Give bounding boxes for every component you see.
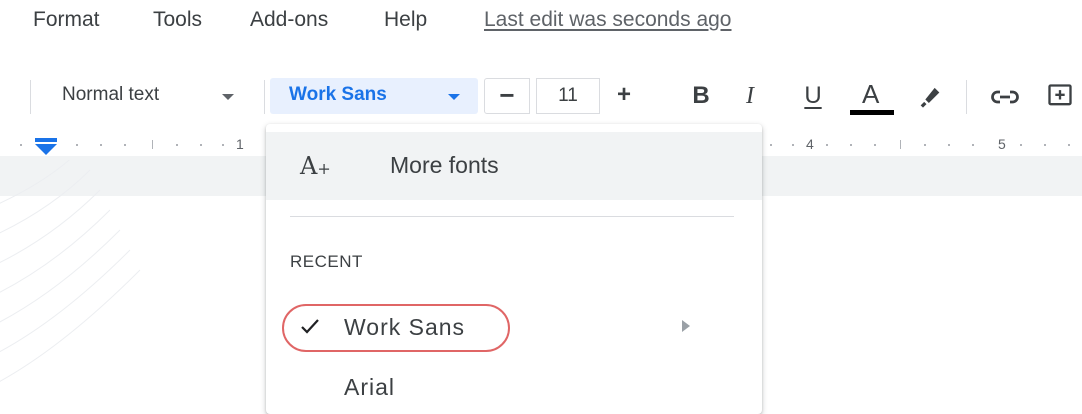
last-edit-link[interactable]: Last edit was seconds ago [484, 8, 732, 32]
font-size-stepper: − 11 + [484, 78, 660, 116]
italic-button[interactable]: I [732, 78, 768, 114]
ruler-tick [76, 144, 78, 146]
add-comment-button[interactable] [1040, 78, 1080, 114]
ruler-tick [176, 144, 178, 146]
indent-marker-icon[interactable] [34, 138, 58, 156]
recent-section-header: RECENT [290, 252, 363, 271]
ruler-tick [850, 144, 852, 146]
submenu-arrow-icon[interactable] [682, 320, 690, 332]
text-color-icon: A [862, 79, 880, 109]
insert-link-button[interactable] [985, 78, 1025, 114]
text-color-swatch [850, 110, 894, 115]
menu-format[interactable]: Format [33, 8, 100, 32]
ruler-tick [770, 144, 772, 146]
increase-font-size-button[interactable]: + [606, 78, 642, 114]
ruler-tick [972, 144, 974, 146]
decrease-font-size-button[interactable]: − [484, 78, 530, 114]
ruler-tick [124, 144, 126, 146]
font-add-icon: A+ [300, 152, 331, 180]
paragraph-style-select[interactable]: Normal text [48, 78, 248, 114]
highlight-color-button[interactable] [912, 78, 948, 114]
font-family-label: Work Sans [289, 84, 387, 105]
font-family-select[interactable]: Work Sans [270, 78, 478, 114]
add-comment-icon [1048, 84, 1072, 106]
menu-tools[interactable]: Tools [153, 8, 202, 32]
menu-divider [290, 216, 734, 217]
toolbar-divider [30, 80, 31, 114]
ruler-number: 1 [236, 136, 244, 152]
menu-add-ons[interactable]: Add-ons [250, 8, 328, 32]
ruler-tick [924, 144, 926, 146]
toolbar-divider [966, 80, 967, 114]
ruler-number: 4 [806, 136, 814, 152]
underline-button[interactable]: U [795, 78, 831, 114]
font-option-arial[interactable]: Arial [344, 374, 395, 401]
link-icon [991, 90, 1019, 104]
ruler-tick [152, 140, 153, 149]
ruler-tick [874, 144, 876, 146]
bold-button[interactable]: B [683, 78, 719, 114]
ruler-tick [222, 144, 224, 146]
background-pattern [0, 160, 141, 382]
ruler-tick [826, 144, 828, 146]
highlighter-icon [920, 87, 940, 108]
ruler-tick [948, 144, 950, 146]
chevron-down-icon [448, 94, 460, 100]
toolbar-divider [264, 80, 265, 114]
ruler-tick [20, 144, 22, 146]
chevron-down-icon [222, 94, 234, 100]
ruler-tick [900, 140, 901, 149]
menu-help[interactable]: Help [384, 8, 427, 32]
font-family-menu: A+ More fonts RECENT Work Sans Arial [266, 124, 762, 414]
ruler-number: 5 [998, 136, 1006, 152]
ruler-tick [200, 144, 202, 146]
annotation-circle [282, 304, 510, 352]
ruler-tick [1044, 144, 1046, 146]
ruler-tick [100, 144, 102, 146]
paragraph-style-label: Normal text [62, 84, 160, 105]
menubar: Format Tools Add-ons Help Last edit was … [0, 0, 1082, 50]
ruler-tick [1020, 144, 1022, 146]
ruler-tick [792, 144, 794, 146]
ruler-tick [1068, 144, 1070, 146]
toolbar: Normal text Work Sans − 11 + B I U A [0, 58, 1082, 134]
more-fonts-label: More fonts [390, 152, 499, 178]
more-fonts-item[interactable]: A+ More fonts [266, 132, 762, 200]
text-color-button[interactable]: A [850, 78, 894, 115]
font-size-input[interactable]: 11 [536, 78, 600, 114]
